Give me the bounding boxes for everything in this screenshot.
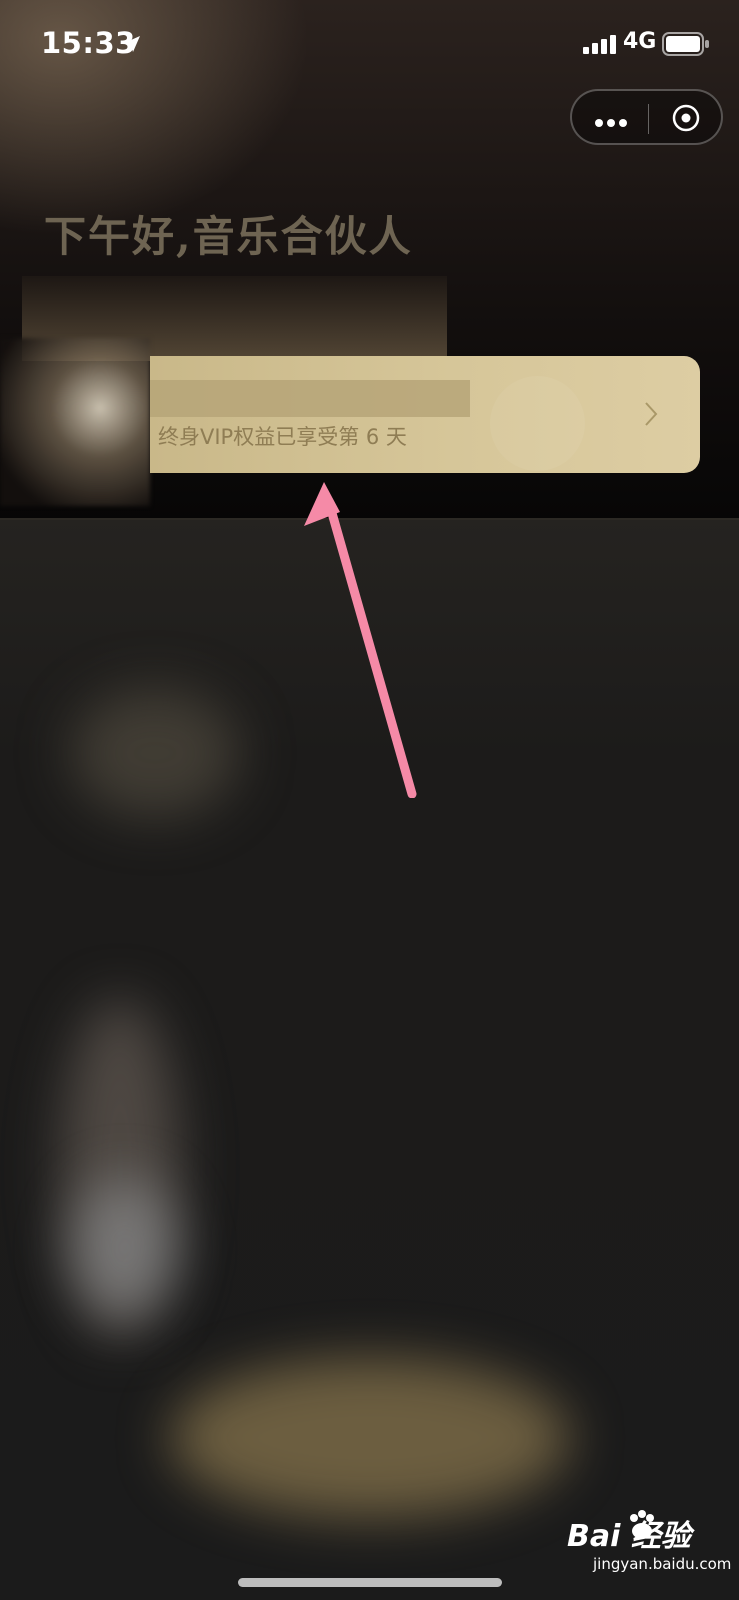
mini-program-capsule xyxy=(570,89,723,145)
blurred-content xyxy=(170,1358,570,1518)
vip-status-text: 终身VIP权益已享受第 6 天 xyxy=(158,425,407,449)
watermark-url: jingyan.baidu.com xyxy=(593,1555,732,1573)
more-dots-icon[interactable] xyxy=(594,113,628,132)
blurred-content xyxy=(70,1178,180,1318)
home-indicator[interactable] xyxy=(238,1578,502,1587)
battery-icon xyxy=(662,32,710,60)
avatar[interactable] xyxy=(0,338,150,506)
signal-bars-icon xyxy=(583,34,617,58)
paw-logo-icon xyxy=(625,1509,659,1547)
card-decoration xyxy=(490,376,585,471)
capsule-divider xyxy=(648,104,649,134)
network-type: 4G xyxy=(623,29,657,54)
greeting-title: 下午好,音乐合伙人 xyxy=(44,212,413,261)
blurred-content xyxy=(70,688,240,818)
chevron-right-icon xyxy=(644,401,658,431)
blurred-card-title xyxy=(150,380,470,417)
status-bar: 15:33 4G xyxy=(0,0,739,90)
vip-status-card[interactable]: 终身VIP权益已享受第 6 天 xyxy=(150,356,700,473)
annotation-arrow-icon xyxy=(300,478,430,802)
close-target-icon[interactable] xyxy=(671,103,701,137)
location-arrow-icon xyxy=(122,34,142,58)
